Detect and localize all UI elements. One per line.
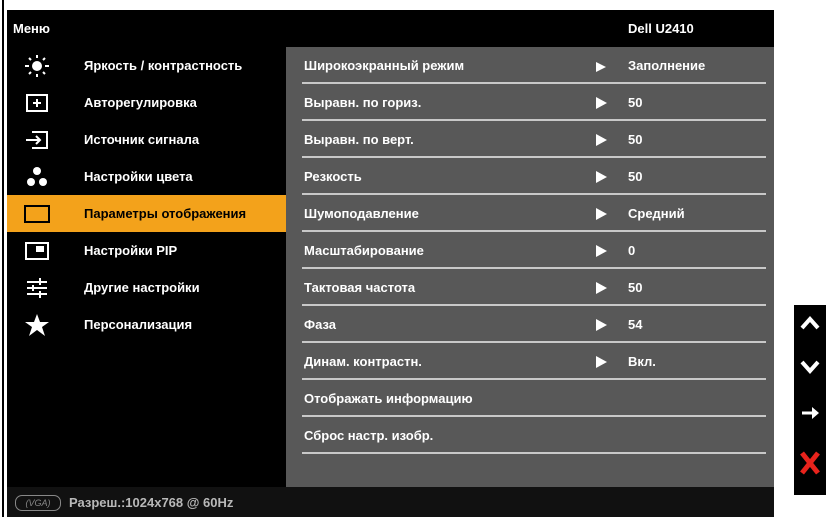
setting-value: 50 [628, 95, 643, 110]
other-settings-icon [23, 276, 51, 300]
settings-panel: Широкоэкранный режим Заполнение Выравн. … [286, 47, 774, 487]
menu-item-label: Яркость / контрастность [84, 58, 243, 73]
pip-icon [23, 239, 51, 263]
menu-item-label: Персонализация [84, 317, 193, 332]
setting-name: Тактовая частота [304, 280, 416, 295]
model-name: Dell U2410 [628, 21, 694, 36]
setting-name: Широкоэкранный режим [304, 58, 465, 73]
auto-adjust-icon [23, 91, 51, 115]
setting-row-image-reset[interactable]: Сброс настр. изобр. [302, 417, 766, 454]
setting-row-h-position[interactable]: Выравн. по гориз. 50 [302, 84, 766, 121]
setting-name: Выравн. по гориз. [304, 95, 422, 110]
setting-name: Сброс настр. изобр. [304, 428, 434, 443]
menu-title: Меню [13, 21, 51, 36]
setting-row-sharpness[interactable]: Резкость 50 [302, 158, 766, 195]
enter-icon [799, 404, 821, 427]
menu-item-other-settings[interactable]: Другие настройки [7, 269, 286, 306]
setting-value: 50 [628, 169, 643, 184]
star-icon [23, 313, 51, 337]
setting-row-phase[interactable]: Фаза 54 [302, 306, 766, 343]
down-button[interactable] [794, 349, 826, 389]
exit-button[interactable] [794, 445, 826, 485]
arrow-right-icon [596, 97, 607, 109]
vga-connector-icon: (VGA) [15, 495, 61, 511]
brightness-icon [23, 54, 51, 78]
up-icon [799, 314, 821, 337]
status-bar: (VGA) Разреш.:1024x768 @ 60Hz [7, 487, 774, 517]
menu-item-label: Авторегулировка [84, 95, 197, 110]
down-icon [799, 358, 821, 381]
arrow-right-icon [596, 134, 607, 146]
setting-name: Динам. контрастн. [304, 354, 422, 369]
setting-name: Фаза [304, 317, 337, 332]
menu-item-input-source[interactable]: Источник сигнала [7, 121, 286, 158]
resolution-info: Разреш.:1024x768 @ 60Hz [69, 495, 234, 510]
arrow-right-icon [596, 62, 606, 72]
up-button[interactable] [794, 305, 826, 345]
setting-value: 50 [628, 280, 643, 295]
arrow-right-icon [596, 282, 607, 294]
menu-item-auto-adjust[interactable]: Авторегулировка [7, 84, 286, 121]
header: Меню Dell U2410 [7, 10, 774, 47]
arrow-right-icon [596, 245, 607, 257]
menu-item-color-settings[interactable]: Настройки цвета [7, 158, 286, 195]
menu-item-brightness-contrast[interactable]: Яркость / контрастность [7, 47, 286, 84]
setting-row-widescreen[interactable]: Широкоэкранный режим Заполнение [302, 47, 766, 84]
monitor-buttons [794, 305, 826, 495]
menu-item-label: Настройки цвета [84, 169, 193, 184]
input-source-icon [23, 128, 51, 152]
setting-value: Вкл. [628, 354, 656, 369]
setting-value: Заполнение [628, 58, 706, 73]
enter-button[interactable] [794, 395, 826, 435]
display-settings-icon [23, 202, 51, 226]
setting-row-noise-reduction[interactable]: Шумоподавление Средний [302, 195, 766, 232]
menu-item-label: Другие настройки [84, 280, 200, 295]
menu-item-personalize[interactable]: Персонализация [7, 306, 286, 343]
setting-row-scaling[interactable]: Масштабирование 0 [302, 232, 766, 269]
osd-menu: Меню Dell U2410 Яркость / контрастность [7, 10, 774, 517]
setting-row-pixel-clock[interactable]: Тактовая частота 50 [302, 269, 766, 306]
setting-name: Резкость [304, 169, 362, 184]
setting-row-dynamic-contrast[interactable]: Динам. контрастн. Вкл. [302, 343, 766, 380]
setting-value: 0 [628, 243, 636, 258]
menu-item-label: Источник сигнала [84, 132, 200, 147]
arrow-right-icon [596, 356, 607, 368]
menu-item-label: Параметры отображения [84, 206, 247, 221]
color-settings-icon [23, 165, 51, 189]
setting-value: 50 [628, 132, 643, 147]
menu-item-pip-settings[interactable]: Настройки PIP [7, 232, 286, 269]
setting-name: Отображать информацию [304, 391, 473, 406]
setting-name: Масштабирование [304, 243, 424, 258]
setting-name: Шумоподавление [304, 206, 419, 221]
setting-value: Средний [628, 206, 685, 221]
arrow-right-icon [596, 319, 607, 331]
main-menu: Яркость / контрастность Авторегулировка [7, 47, 286, 487]
arrow-right-icon [596, 208, 607, 220]
arrow-right-icon [596, 171, 607, 183]
menu-item-display-settings[interactable]: Параметры отображения [7, 195, 286, 232]
setting-row-v-position[interactable]: Выравн. по верт. 50 [302, 121, 766, 158]
frame-edge [2, 0, 4, 517]
menu-item-label: Настройки PIP [84, 243, 178, 258]
setting-value: 54 [628, 317, 643, 332]
setting-name: Выравн. по верт. [304, 132, 414, 147]
exit-icon [798, 450, 822, 481]
setting-row-display-info[interactable]: Отображать информацию [302, 380, 766, 417]
